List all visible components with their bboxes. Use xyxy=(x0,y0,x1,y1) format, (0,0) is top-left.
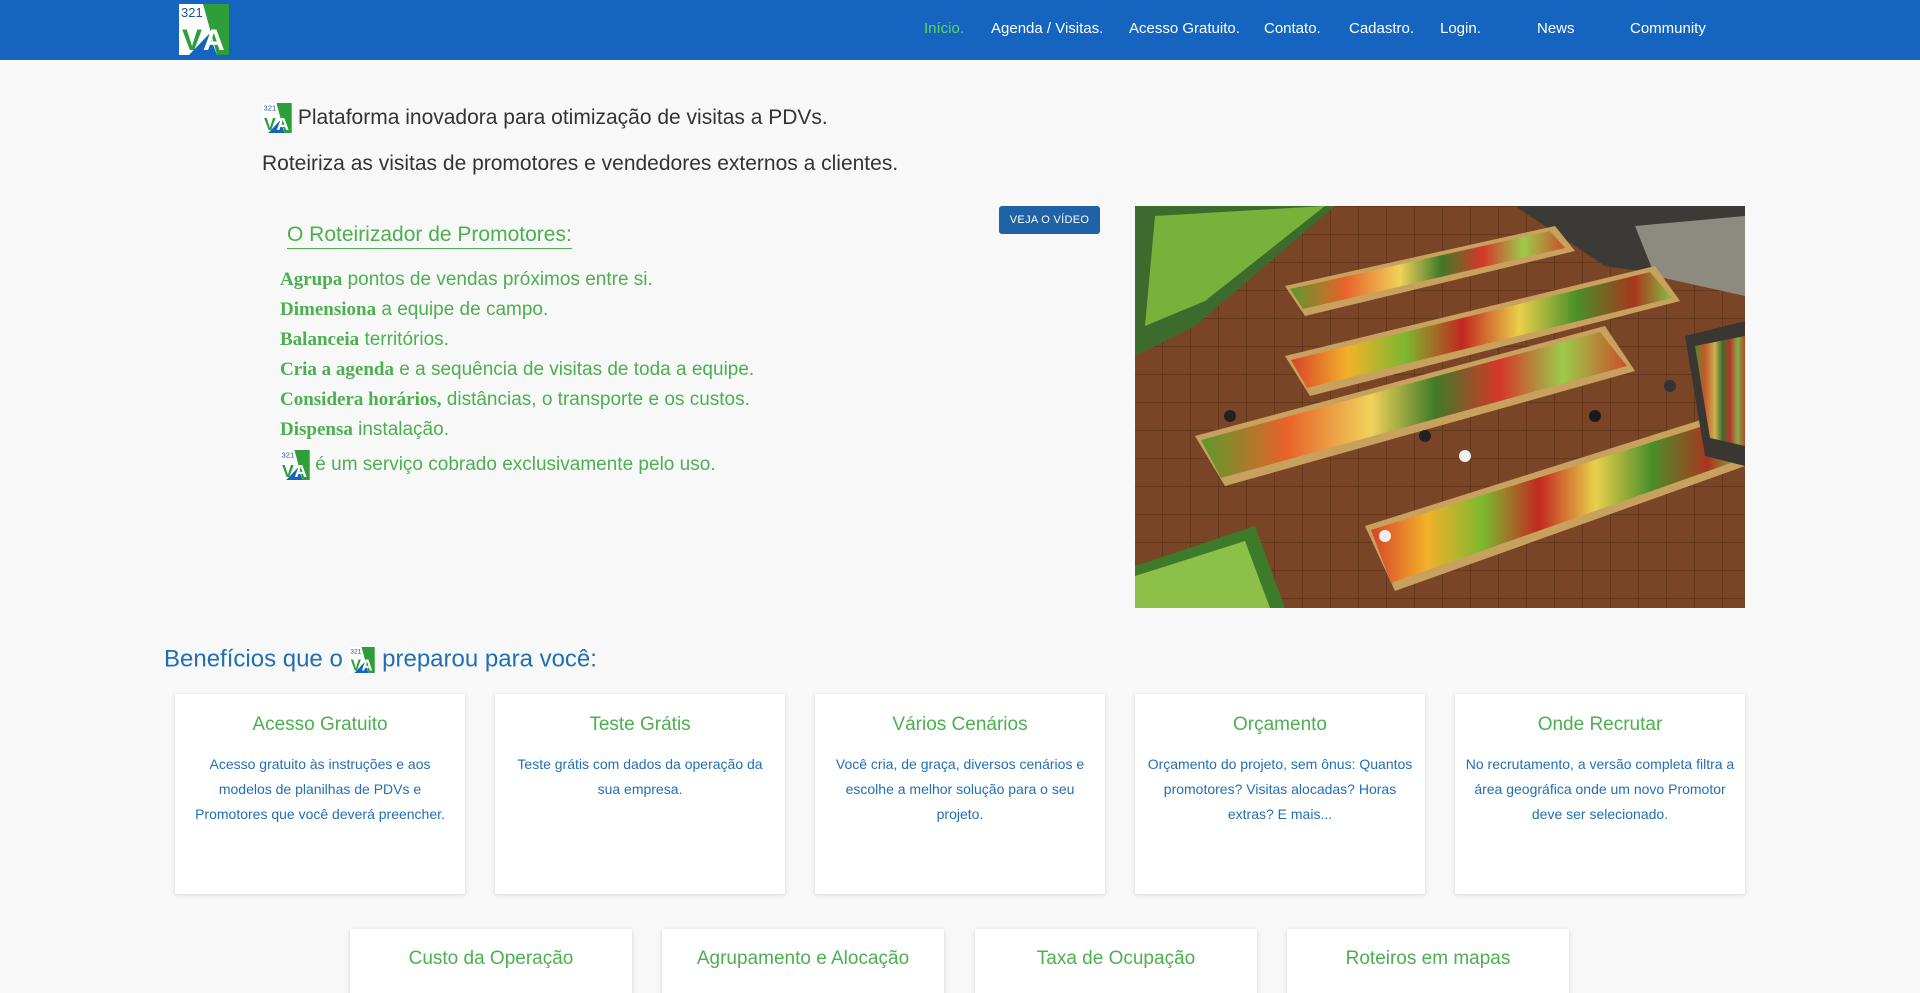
benefit-card-title: Teste Grátis xyxy=(589,714,691,735)
feature-bold: Considera horários, xyxy=(280,389,442,410)
logo-icon: 321 V A xyxy=(280,450,310,480)
intro-headline-text: Plataforma inovadora para otimização de … xyxy=(297,106,828,129)
benefit-card-taxa-ocupacao[interactable]: Taxa de Ocupação xyxy=(975,929,1257,993)
benefits-title: Benefícios que o 321 V A preparou para v… xyxy=(164,645,597,674)
svg-text:V: V xyxy=(264,114,276,133)
benefit-card-teste-gratis[interactable]: Teste Grátis Teste grátis com dados da o… xyxy=(495,694,785,894)
intro-headline: 321 V A Plataforma inovadora para otimiz… xyxy=(262,103,828,133)
logo-icon: 321 V A xyxy=(262,103,292,133)
benefits-title-after: preparou para você: xyxy=(382,645,597,673)
benefit-card-title: Agrupamento e Alocação xyxy=(696,948,910,969)
svg-text:A: A xyxy=(276,114,289,133)
svg-text:V: V xyxy=(351,657,362,673)
benefits-title-before: Benefícios que o xyxy=(164,645,343,673)
feature-bold: Balanceia xyxy=(280,329,360,350)
benefit-card-text: Acesso gratuito às instruções e aos mode… xyxy=(195,756,445,822)
benefit-card-varios-cenarios[interactable]: Vários Cenários Você cria, de graça, div… xyxy=(815,694,1105,894)
benefit-card-orcamento[interactable]: Orçamento Orçamento do projeto, sem ônus… xyxy=(1135,694,1425,894)
benefit-card-title: Custo da Operação xyxy=(408,948,574,969)
feature-bold: Dispensa xyxy=(280,419,353,440)
svg-text:321: 321 xyxy=(281,451,294,460)
benefit-card-text: No recrutamento, a versão completa filtr… xyxy=(1465,756,1735,822)
benefit-card-text: Orçamento do projeto, sem ônus: Quantos … xyxy=(1147,756,1413,822)
benefit-card-title: Roteiros em mapas xyxy=(1345,948,1511,969)
nav-community[interactable]: Community xyxy=(1630,20,1706,37)
feature-bold: Agrupa xyxy=(280,269,343,290)
feature-item: Dispensa instalação. xyxy=(280,419,449,441)
svg-text:321: 321 xyxy=(263,104,276,113)
logo-icon: 321 V A xyxy=(349,646,376,673)
usage-note-text: é um serviço cobrado exclusivamente pelo… xyxy=(315,454,716,475)
benefit-card-title: Acesso Gratuito xyxy=(252,714,388,735)
benefit-card-text: Você cria, de graça, diversos cenários e… xyxy=(835,756,1085,822)
svg-text:A: A xyxy=(294,461,307,480)
benefit-card-title: Vários Cenários xyxy=(892,714,1028,735)
benefit-card-roteiros-mapas[interactable]: Roteiros em mapas xyxy=(1287,929,1569,993)
svg-text:A: A xyxy=(203,24,225,55)
nav-inicio[interactable]: Início. xyxy=(924,20,964,37)
feature-item: Considera horários, distâncias, o transp… xyxy=(280,389,750,411)
svg-text:A: A xyxy=(362,657,373,673)
roteirizador-title: O Roteirizador de Promotores: xyxy=(287,223,572,249)
nav-contato[interactable]: Contato. xyxy=(1264,20,1321,37)
feature-text: territórios. xyxy=(359,329,449,350)
watch-video-button[interactable]: VEJA O VÍDEO xyxy=(999,206,1100,234)
feature-bold: Cria a agenda xyxy=(280,359,394,380)
benefit-card-title: Onde Recrutar xyxy=(1537,714,1663,735)
svg-text:321: 321 xyxy=(181,5,203,20)
nav-login[interactable]: Login. xyxy=(1440,20,1481,37)
feature-text: instalação. xyxy=(352,419,449,440)
benefit-card-custo-operacao[interactable]: Custo da Operação xyxy=(350,929,632,993)
benefit-card-text: Teste grátis com dados da operação da su… xyxy=(517,756,763,797)
benefit-card-agrupamento-alocacao[interactable]: Agrupamento e Alocação xyxy=(662,929,944,993)
top-navbar: 321 V A Início. Agenda / Visitas. Acesso… xyxy=(0,0,1920,60)
feature-text: e a sequência de visitas de toda a equip… xyxy=(394,359,755,380)
intro-subline: Roteiriza as visitas de promotores e ven… xyxy=(262,152,899,175)
svg-text:V: V xyxy=(182,24,202,55)
feature-bold: Dimensiona xyxy=(280,299,377,320)
nav-acesso-gratuito[interactable]: Acesso Gratuito. xyxy=(1129,20,1240,37)
brand-logo[interactable]: 321 V A xyxy=(179,4,229,57)
feature-item: Dimensiona a equipe de campo. xyxy=(280,299,548,321)
feature-text: a equipe de campo. xyxy=(376,299,549,320)
feature-text: distâncias, o transporte e os custos. xyxy=(441,389,750,410)
svg-text:V: V xyxy=(282,461,294,480)
feature-item: Balanceia territórios. xyxy=(280,329,449,351)
benefit-card-title: Orçamento xyxy=(1233,714,1327,735)
benefit-card-title: Taxa de Ocupação xyxy=(1036,948,1196,969)
benefit-card-acesso-gratuito[interactable]: Acesso Gratuito Acesso gratuito às instr… xyxy=(175,694,465,894)
supermarket-photo xyxy=(1135,206,1745,608)
feature-item: Agrupa pontos de vendas próximos entre s… xyxy=(280,269,653,291)
feature-text: pontos de vendas próximos entre si. xyxy=(342,269,653,290)
benefit-card-onde-recrutar[interactable]: Onde Recrutar No recrutamento, a versão … xyxy=(1455,694,1745,894)
usage-note: 321 V A é um serviço cobrado exclusivame… xyxy=(280,450,716,480)
nav-cadastro[interactable]: Cadastro. xyxy=(1349,20,1414,37)
feature-item: Cria a agenda e a sequência de visitas d… xyxy=(280,359,754,381)
nav-agenda-visitas[interactable]: Agenda / Visitas. xyxy=(991,20,1103,37)
svg-text:321: 321 xyxy=(351,648,362,655)
nav-news[interactable]: News xyxy=(1537,20,1575,37)
